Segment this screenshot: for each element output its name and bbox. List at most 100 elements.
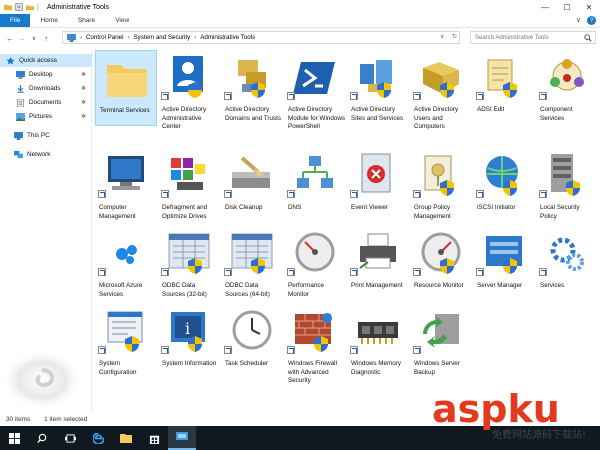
item-event-viewer[interactable]: Event Viewer xyxy=(347,148,409,224)
shortcut-arrow-icon xyxy=(539,268,547,276)
server-backup-icon xyxy=(423,314,459,348)
breadcrumb-system-and-security[interactable]: System and Security xyxy=(134,34,191,41)
uac-shield-icon xyxy=(251,258,265,274)
control-panel-icon xyxy=(67,33,76,42)
item-component-services[interactable]: Component Services xyxy=(536,50,598,126)
item-windows-server-backup[interactable]: Windows Server Backup xyxy=(410,304,472,380)
item-odbc-32-bit[interactable]: ODBC Data Sources (32-bit) xyxy=(158,226,220,302)
task-view-icon xyxy=(64,433,76,443)
help-icon[interactable]: ? xyxy=(587,16,596,25)
item-performance-monitor[interactable]: Performance Monitor xyxy=(284,226,346,302)
item-defragment[interactable]: Defragment and Optimize Drives xyxy=(158,148,220,224)
item-label: ADSI Edit xyxy=(477,106,505,113)
item-disk-cleanup[interactable]: Disk Cleanup xyxy=(221,148,283,224)
item-terminal-services[interactable]: Terminal Services xyxy=(95,50,157,126)
forward-button[interactable]: → xyxy=(16,34,28,43)
taskbar-file-explorer-button[interactable] xyxy=(112,426,140,450)
uac-shield-icon xyxy=(314,336,328,352)
shortcut-arrow-icon xyxy=(539,190,547,198)
sidebar-item-quick-access[interactable]: Quick access xyxy=(0,54,92,67)
shortcut-arrow-icon xyxy=(161,346,169,354)
recent-locations-button[interactable]: ∨ xyxy=(28,35,40,42)
item-system-configuration[interactable]: System Configuration xyxy=(95,304,157,380)
task-view-button[interactable] xyxy=(56,426,84,450)
memory-diagnostic-icon xyxy=(358,322,398,344)
item-iscsi-initiator[interactable]: iSCSI Initiator xyxy=(473,148,535,224)
item-label: Server Manager xyxy=(477,282,523,289)
sidebar-item-label: Pictures xyxy=(29,113,53,120)
sidebar-item-network[interactable]: Network xyxy=(0,148,92,161)
item-ad-sites-and-services[interactable]: Active Directory Sites and Services xyxy=(347,50,409,126)
tab-view[interactable]: View xyxy=(105,14,139,27)
item-local-security-policy[interactable]: Local Security Policy xyxy=(536,148,598,224)
item-windows-firewall[interactable]: Windows Firewall with Advanced Security xyxy=(284,304,346,384)
address-dropdown-button[interactable]: ∨ xyxy=(440,34,444,40)
item-system-information[interactable]: i System Information xyxy=(158,304,220,380)
new-folder-icon[interactable] xyxy=(26,3,34,11)
item-server-manager[interactable]: Server Manager xyxy=(473,226,535,302)
sidebar-item-this-pc[interactable]: This PC xyxy=(0,129,92,142)
address-bar[interactable]: › Control Panel › System and Security › … xyxy=(62,31,460,44)
item-resource-monitor[interactable]: Resource Monitor xyxy=(410,226,472,302)
taskbar-search-button[interactable] xyxy=(28,426,56,450)
shortcut-arrow-icon xyxy=(476,268,484,276)
item-odbc-64-bit[interactable]: ODBC Data Sources (64-bit) xyxy=(221,226,283,302)
refresh-button[interactable]: ↻ xyxy=(452,34,457,40)
item-ad-administrative-center[interactable]: Active Directory Administrative Center xyxy=(158,50,220,130)
item-adsi-edit[interactable]: ADSI Edit xyxy=(473,50,535,126)
sidebar-item-pictures[interactable]: Pictures ✱ xyxy=(0,110,92,123)
sidebar-item-downloads[interactable]: Downloads ✱ xyxy=(0,82,92,95)
sidebar-item-label: Downloads xyxy=(29,85,61,92)
item-label: DNS xyxy=(288,204,302,211)
uac-shield-icon xyxy=(503,82,517,98)
back-button[interactable]: ← xyxy=(4,34,16,43)
taskbar-administrative-tools-button[interactable] xyxy=(168,426,196,450)
start-button[interactable] xyxy=(0,426,28,450)
star-icon xyxy=(6,56,15,65)
item-dns[interactable]: DNS xyxy=(284,148,346,224)
item-label: Terminal Services xyxy=(100,107,150,114)
pin-icon[interactable]: ✱ xyxy=(81,113,86,120)
watermark-logo: aspku 免费网站源码下载站! xyxy=(432,392,586,441)
close-button[interactable]: ✕ xyxy=(578,0,600,14)
item-computer-management[interactable]: Computer Management xyxy=(95,148,157,224)
item-ad-domains-and-trusts[interactable]: Active Directory Domains and Trusts xyxy=(221,50,283,126)
tab-file[interactable]: File xyxy=(0,14,31,27)
pin-icon[interactable]: ✱ xyxy=(81,71,86,78)
shortcut-arrow-icon xyxy=(413,268,421,276)
item-label: Windows Memory Diagnostic xyxy=(351,360,402,376)
item-microsoft-azure-services[interactable]: Microsoft Azure Services xyxy=(95,226,157,302)
item-ad-powershell-module[interactable]: Active Directory Module for Windows Powe… xyxy=(284,50,346,130)
breadcrumb-control-panel[interactable]: Control Panel xyxy=(86,34,124,41)
up-button[interactable]: ↑ xyxy=(40,34,52,43)
taskbar-edge-button[interactable] xyxy=(84,426,112,450)
tab-home[interactable]: Home xyxy=(30,14,67,27)
item-label: Component Services xyxy=(540,106,573,122)
item-services[interactable]: Services xyxy=(536,226,598,302)
item-ad-users-and-computers[interactable]: Active Directory Users and Computers xyxy=(410,50,472,130)
breadcrumb-separator-icon: › xyxy=(80,34,82,41)
search-input[interactable]: Search Administrative Tools xyxy=(470,31,596,44)
maximize-button[interactable]: ☐ xyxy=(556,0,578,14)
item-task-scheduler[interactable]: Task Scheduler xyxy=(221,304,283,380)
title-bar: | Administrative Tools — ☐ ✕ xyxy=(0,0,600,14)
pin-icon[interactable]: ✱ xyxy=(81,85,86,92)
expand-ribbon-button[interactable]: ∨ xyxy=(576,16,581,25)
search-icon[interactable] xyxy=(584,34,592,42)
item-label: Windows Firewall with Advanced Security xyxy=(288,360,337,385)
minimize-button[interactable]: — xyxy=(534,0,556,14)
pin-icon[interactable]: ✱ xyxy=(81,99,86,106)
item-group-policy-management[interactable]: Group Policy Management xyxy=(410,148,472,224)
item-label: System Information xyxy=(162,360,217,367)
sidebar-item-desktop[interactable]: Desktop ✱ xyxy=(0,68,92,81)
item-print-management[interactable]: Print Management xyxy=(347,226,409,302)
uac-shield-icon xyxy=(440,82,454,98)
item-windows-memory-diagnostic[interactable]: Windows Memory Diagnostic xyxy=(347,304,409,380)
properties-icon[interactable] xyxy=(15,3,23,11)
breadcrumb-administrative-tools[interactable]: Administrative Tools xyxy=(200,34,255,41)
taskbar-store-button[interactable] xyxy=(140,426,168,450)
sidebar-item-documents[interactable]: Documents ✱ xyxy=(0,96,92,109)
item-label: Group Policy Management xyxy=(414,204,451,220)
uac-shield-icon xyxy=(566,180,580,196)
tab-share[interactable]: Share xyxy=(68,14,105,27)
